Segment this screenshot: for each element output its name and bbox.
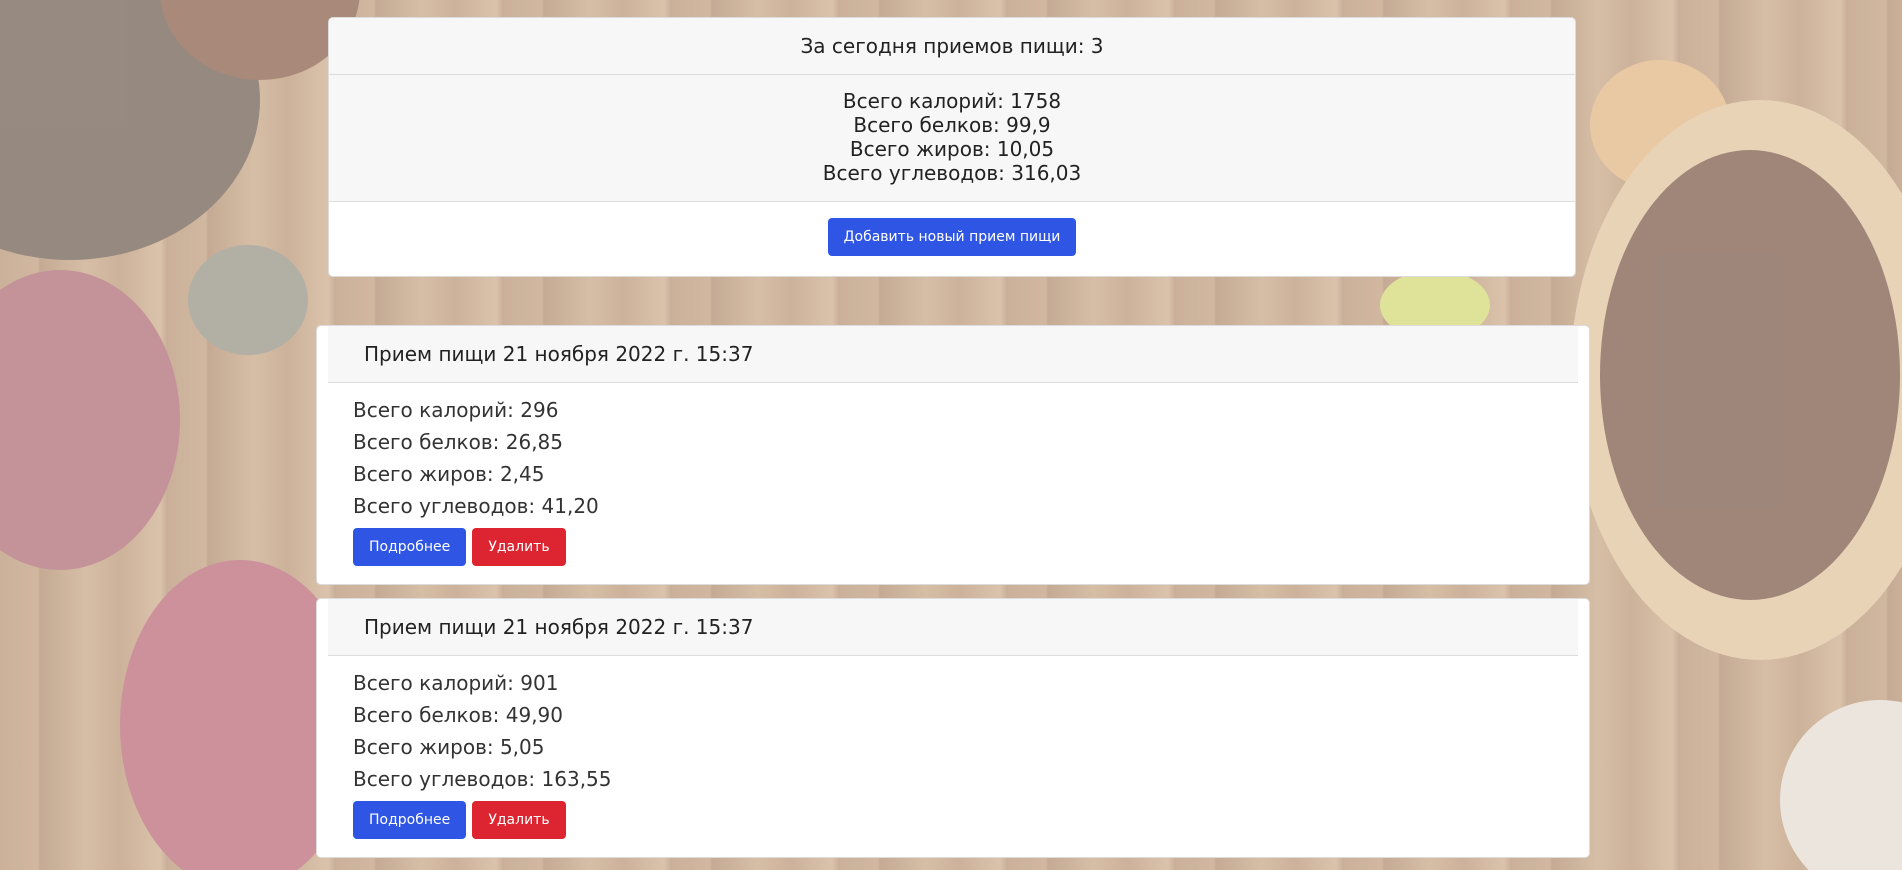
meal-details-button[interactable]: Подробнее (353, 801, 467, 839)
meal-title: Прием пищи 21 ноября 2022 г. 15:37 (328, 599, 1578, 656)
meal-fats: Всего жиров: 5,05 (353, 735, 545, 759)
meals-today-count: За сегодня приемов пищи: 3 (329, 18, 1575, 75)
meal-calories: Всего калорий: 296 (353, 398, 559, 422)
meal-title: Прием пищи 21 ноября 2022 г. 15:37 (328, 326, 1578, 383)
total-carbs: Всего углеводов: 316,03 (822, 161, 1082, 185)
meal-details-button[interactable]: Подробнее (353, 528, 467, 566)
daily-summary-card: За сегодня приемов пищи: 3 Всего калорий… (328, 17, 1576, 277)
meal-proteins: Всего белков: 49,90 (353, 703, 563, 727)
meal-card: Прием пищи 21 ноября 2022 г. 15:37 Всего… (316, 598, 1590, 858)
total-fats: Всего жиров: 10,05 (849, 137, 1055, 161)
meal-proteins: Всего белков: 26,85 (353, 430, 563, 454)
meal-calories: Всего калорий: 901 (353, 671, 559, 695)
meal-carbs: Всего углеводов: 41,20 (353, 494, 599, 518)
meal-carbs: Всего углеводов: 163,55 (353, 767, 612, 791)
meal-card: Прием пищи 21 ноября 2022 г. 15:37 Всего… (316, 325, 1590, 585)
meal-delete-button[interactable]: Удалить (472, 801, 566, 839)
meal-delete-button[interactable]: Удалить (472, 528, 566, 566)
total-proteins: Всего белков: 99,9 (853, 113, 1051, 137)
total-calories: Всего калорий: 1758 (842, 89, 1062, 113)
meal-fats: Всего жиров: 2,45 (353, 462, 545, 486)
add-meal-button[interactable]: Добавить новый прием пищи (827, 218, 1077, 256)
daily-totals: Всего калорий: 1758 Всего белков: 99,9 В… (329, 75, 1575, 202)
